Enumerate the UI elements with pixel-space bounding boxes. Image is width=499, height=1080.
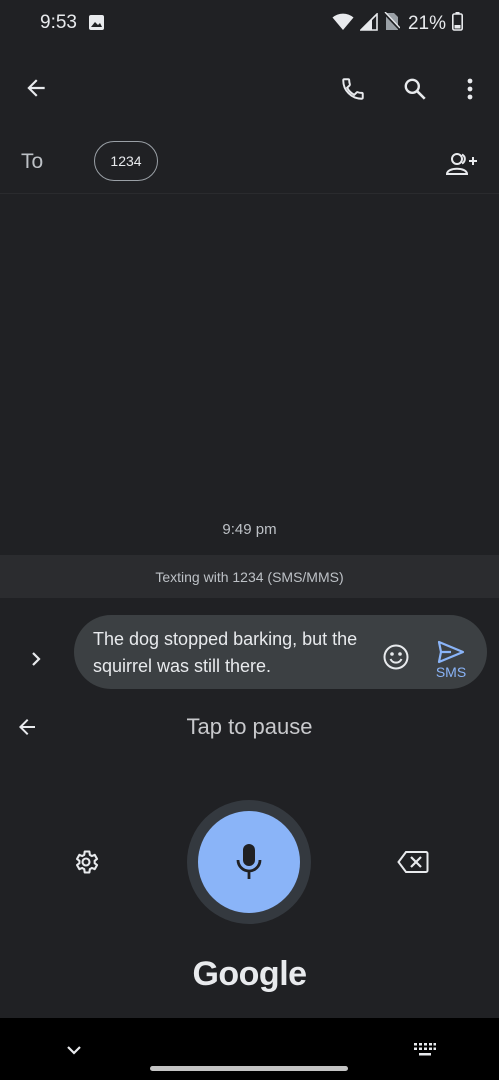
add-recipient-button[interactable] bbox=[440, 144, 484, 184]
gear-icon bbox=[75, 850, 99, 874]
chevron-right-icon bbox=[32, 652, 41, 666]
expand-attachments-button[interactable] bbox=[22, 645, 50, 673]
back-arrow-icon bbox=[27, 79, 45, 97]
group-add-icon bbox=[445, 153, 477, 175]
keyboard-switch-button[interactable] bbox=[410, 1036, 440, 1064]
search-button[interactable] bbox=[392, 64, 438, 114]
search-icon bbox=[404, 78, 426, 100]
more-options-button[interactable] bbox=[450, 64, 490, 114]
gallery-icon bbox=[88, 14, 105, 31]
signal-icon bbox=[359, 11, 378, 36]
hide-keyboard-button[interactable] bbox=[60, 1036, 88, 1064]
battery-percent: 21% bbox=[407, 13, 446, 34]
recipient-chip[interactable]: 1234 bbox=[94, 141, 158, 181]
back-button[interactable] bbox=[12, 60, 60, 116]
recipient-row bbox=[0, 132, 499, 192]
call-button[interactable] bbox=[330, 64, 376, 114]
send-label: SMS bbox=[435, 664, 467, 680]
keyboard-icon bbox=[414, 1043, 436, 1056]
status-time: 9:53 bbox=[40, 12, 77, 33]
no-sim-icon bbox=[383, 11, 401, 36]
to-label: To bbox=[21, 150, 44, 173]
home-handle[interactable] bbox=[150, 1066, 348, 1071]
send-button[interactable]: SMS bbox=[428, 636, 474, 684]
backspace-button[interactable] bbox=[396, 846, 430, 878]
mic-button[interactable] bbox=[198, 811, 300, 913]
emoji-button[interactable] bbox=[380, 641, 412, 673]
status-icons: 21% bbox=[332, 11, 463, 36]
emoji-icon bbox=[383, 644, 409, 670]
send-icon bbox=[437, 640, 465, 664]
mic-icon bbox=[236, 844, 262, 879]
more-vert-icon bbox=[467, 78, 473, 100]
voice-status[interactable]: Tap to pause bbox=[0, 714, 499, 740]
voice-settings-button[interactable] bbox=[68, 844, 104, 880]
battery-icon bbox=[452, 12, 463, 36]
phone-icon bbox=[342, 78, 364, 100]
messages-area bbox=[0, 193, 499, 555]
chevron-down-icon bbox=[67, 1046, 81, 1055]
backspace-icon bbox=[397, 851, 429, 873]
texting-banner: Texting with 1234 (SMS/MMS) bbox=[0, 555, 499, 598]
google-logo: Google bbox=[192, 955, 307, 993]
message-timestamp: 9:49 pm bbox=[222, 521, 277, 538]
wifi-icon bbox=[332, 13, 354, 36]
message-text[interactable]: The dog stopped barking, but the squirre… bbox=[93, 626, 378, 680]
